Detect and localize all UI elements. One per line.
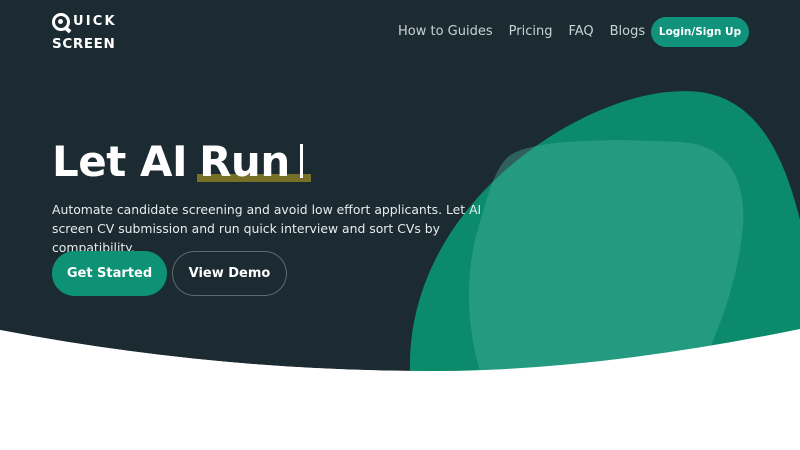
typed-text: Run [199,137,290,186]
logo-top-row: UICK [52,12,117,33]
nav-link-pricing[interactable]: Pricing [509,22,553,42]
headline-typed-word: Run [197,134,311,190]
hero-section: UICK SCREEN How to Guides Pricing FAQ Bl… [0,0,800,450]
nav-link-how-to-guides[interactable]: How to Guides [398,22,493,42]
headline-static-text: Let AI [52,137,188,186]
get-started-button[interactable]: Get Started [52,251,167,296]
hero-subtitle: Automate candidate screening and avoid l… [52,202,482,255]
hero-headline: Let AI Run [52,134,311,190]
nav-link-blogs[interactable]: Blogs [610,22,646,42]
nav-link-faq[interactable]: FAQ [568,22,593,42]
login-signup-button[interactable]: Login/Sign Up [651,17,749,47]
logo-word-quick: UICK [73,14,117,29]
typing-cursor [299,144,303,178]
top-nav: How to Guides Pricing FAQ Blogs [398,22,645,42]
magnifier-q-icon [52,13,72,33]
logo-word-screen: SCREEN [52,36,116,52]
view-demo-button[interactable]: View Demo [172,251,287,296]
quick-screen-logo[interactable]: UICK SCREEN [52,12,132,54]
